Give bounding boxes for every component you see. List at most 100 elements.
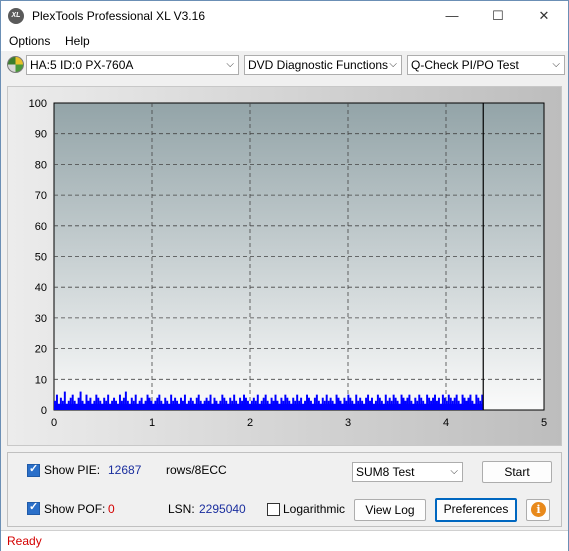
function-select[interactable]: DVD Diagnostic Functions ⌵: [244, 55, 402, 75]
preferences-button[interactable]: Preferences: [435, 498, 517, 522]
data-bar: [408, 394, 411, 410]
maximize-button[interactable]: ☐: [475, 1, 521, 31]
x-tick-label: 1: [149, 417, 155, 429]
y-tick-label: 90: [35, 129, 47, 141]
menu-bar: Options Help: [1, 31, 568, 51]
data-bar: [292, 397, 295, 410]
data-bar: [404, 400, 407, 410]
data-bar: [209, 394, 212, 410]
data-bar: [199, 400, 202, 410]
sum-test-select-value: SUM8 Test: [356, 465, 415, 479]
data-bar: [105, 400, 108, 410]
view-log-button[interactable]: View Log: [354, 499, 426, 521]
data-bar: [97, 397, 100, 410]
data-bar: [83, 403, 86, 410]
data-bar: [168, 403, 171, 410]
data-bar: [445, 400, 448, 410]
data-bar: [270, 397, 273, 410]
data-bar: [467, 397, 470, 410]
data-bar: [309, 400, 312, 410]
data-bar: [237, 403, 240, 410]
data-bar: [432, 397, 435, 410]
y-tick-label: 100: [29, 98, 47, 110]
data-bar: [357, 400, 360, 410]
data-bar: [325, 394, 328, 410]
close-button[interactable]: ✕: [521, 1, 567, 31]
data-bar: [256, 394, 259, 410]
data-bar: [457, 400, 460, 410]
data-bar: [274, 394, 277, 410]
data-bar: [195, 397, 198, 410]
data-bar: [272, 400, 275, 410]
y-tick-label: 80: [35, 159, 47, 171]
data-bar: [333, 403, 336, 410]
data-bar: [361, 400, 364, 410]
data-bar: [300, 397, 303, 410]
menu-help[interactable]: Help: [65, 34, 90, 48]
data-bar: [227, 403, 230, 410]
drive-select[interactable]: HA:5 ID:0 PX-760A ⌵: [26, 55, 239, 75]
data-bar: [378, 397, 381, 410]
pi-po-chart: 0 10 20 30 40 50 60 70 80 90 100 0 1 2 3 4 5: [29, 98, 547, 429]
data-bar: [331, 400, 334, 410]
y-tick-label: 0: [41, 405, 47, 417]
menu-options[interactable]: Options: [9, 34, 50, 48]
data-bar: [296, 394, 299, 410]
data-bar: [288, 400, 291, 410]
minimize-button[interactable]: —: [429, 1, 475, 31]
data-bar: [280, 397, 283, 410]
data-bar: [124, 391, 127, 410]
data-bar: [134, 394, 137, 410]
logarithmic-checkbox[interactable]: [267, 503, 280, 516]
data-bar: [372, 403, 375, 410]
data-bar: [156, 397, 159, 410]
data-bar: [231, 400, 234, 410]
data-bar: [339, 400, 342, 410]
data-bar: [388, 397, 391, 410]
show-pie-checkbox[interactable]: [27, 462, 40, 477]
test-select[interactable]: Q-Check PI/PO Test ⌵: [407, 55, 565, 75]
data-bar: [341, 403, 344, 410]
data-bar: [394, 397, 397, 410]
data-bar: [254, 400, 257, 410]
data-bar: [55, 394, 58, 410]
data-bar: [59, 397, 62, 410]
data-bar: [422, 400, 425, 410]
data-bar: [443, 397, 446, 410]
data-bar: [437, 397, 440, 410]
data-bar: [63, 391, 66, 410]
data-bar: [183, 394, 186, 410]
data-bar: [453, 397, 456, 410]
pie-count: 12687: [108, 463, 142, 477]
data-bar: [461, 394, 464, 410]
data-bar: [428, 397, 431, 410]
sum-test-select[interactable]: SUM8 Test ⌵: [352, 462, 463, 482]
data-bar: [148, 397, 151, 410]
data-bar: [178, 403, 181, 410]
data-bar: [174, 397, 177, 410]
data-bar: [91, 403, 94, 410]
data-bar: [215, 400, 218, 410]
data-bar: [150, 400, 153, 410]
info-button[interactable]: i: [526, 499, 550, 521]
data-bar: [71, 394, 74, 410]
view-log-button-label: View Log: [365, 503, 415, 517]
show-pof-checkbox[interactable]: [27, 500, 40, 515]
data-bar: [118, 394, 121, 410]
start-button[interactable]: Start: [482, 461, 552, 483]
x-tick-label: 2: [247, 417, 253, 429]
data-bar: [223, 397, 226, 410]
data-bar: [323, 400, 326, 410]
data-bar: [304, 400, 307, 410]
logarithmic-label: Logarithmic: [283, 502, 346, 516]
data-bar: [380, 400, 383, 410]
title-bar[interactable]: XL PlexTools Professional XL V3.16 — ☐ ✕: [1, 1, 568, 31]
status-bar: Ready: [1, 530, 568, 551]
status-text: Ready: [7, 534, 42, 548]
data-bar: [416, 400, 419, 410]
controls-panel: Show PIE: 12687 rows/8ECC SUM8 Test ⌵ St…: [7, 452, 562, 527]
data-bar: [126, 400, 129, 410]
data-bar: [117, 403, 119, 410]
data-bar: [410, 400, 413, 410]
data-bar: [152, 403, 155, 410]
